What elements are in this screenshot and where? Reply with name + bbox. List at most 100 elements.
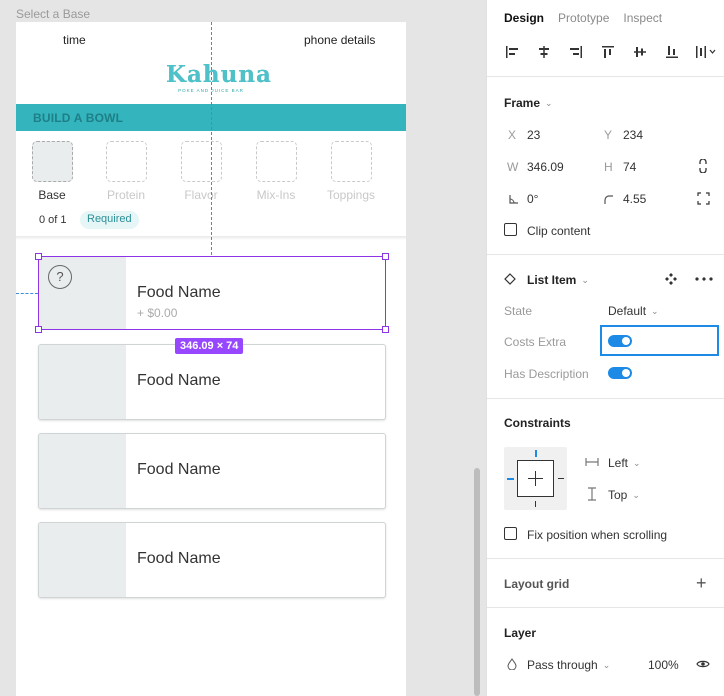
properties-panel: Design Prototype Inspect Frame ⌄ X 23 Y	[486, 0, 724, 696]
horizontal-constraint-dropdown[interactable]: Left ⌄	[608, 456, 641, 470]
go-to-main-component-icon[interactable]	[664, 272, 678, 286]
list-item[interactable]: Food Name	[38, 433, 386, 509]
opacity-field[interactable]: 100%	[648, 658, 679, 672]
tab-prototype[interactable]: Prototype	[558, 11, 609, 25]
x-field[interactable]: 23	[527, 128, 540, 142]
rotation-field[interactable]: 0°	[527, 192, 538, 206]
question-icon[interactable]: ?	[48, 265, 72, 289]
h-label: H	[604, 160, 613, 174]
step-mix-ins[interactable]: Mix-Ins	[246, 141, 306, 202]
frame-title: Frame	[504, 96, 541, 110]
align-horizontal-center-icon[interactable]	[535, 43, 553, 61]
clip-content-label: Clip content	[527, 224, 591, 238]
vertical-constraint-dropdown[interactable]: Top ⌄	[608, 488, 640, 502]
frame-label[interactable]: Select a Base	[16, 7, 90, 21]
clip-content-checkbox[interactable]	[504, 223, 517, 236]
size-badge: 346.09 × 74	[175, 338, 244, 354]
width-field[interactable]: 346.09	[527, 160, 564, 174]
step-label: Protein	[106, 188, 146, 202]
eye-icon[interactable]	[696, 657, 710, 671]
has-description-toggle[interactable]	[608, 367, 632, 379]
constraints-title: Constraints	[504, 416, 571, 430]
align-bottom-icon[interactable]	[663, 43, 681, 61]
constraint-right-marker[interactable]	[558, 478, 564, 479]
constraint-left-marker[interactable]	[507, 478, 514, 480]
component-name: List Item	[527, 273, 577, 287]
step-flavor-box	[180, 141, 222, 182]
horizontal-constraint-value: Left	[608, 456, 629, 470]
instance-icon	[503, 272, 517, 286]
vertical-constraint-icon	[585, 487, 599, 501]
status-phone-details: phone details	[304, 33, 376, 47]
costs-extra-toggle[interactable]	[608, 335, 632, 347]
step-protein[interactable]: Protein	[96, 141, 156, 202]
fix-position-label: Fix position when scrolling	[527, 528, 668, 542]
list-item[interactable]: Food Name	[38, 522, 386, 598]
required-badge: Required	[80, 211, 139, 229]
measure-guide-vertical	[211, 22, 212, 255]
food-thumbnail	[39, 523, 126, 597]
selection-count: 0 of 1	[39, 214, 67, 226]
align-right-icon[interactable]	[567, 43, 585, 61]
list-item[interactable]: Food Name	[38, 344, 386, 420]
blend-mode-value: Pass through	[527, 658, 598, 672]
divider	[487, 254, 724, 255]
corner-radius-field[interactable]: 4.55	[623, 192, 646, 206]
step-toppings[interactable]: Toppings	[321, 141, 381, 202]
fix-position-checkbox[interactable]	[504, 527, 517, 540]
align-left-icon[interactable]	[503, 43, 521, 61]
constraint-bottom-marker[interactable]	[535, 501, 536, 507]
alignment-toolbar	[503, 42, 717, 62]
step-flavor[interactable]: Flavor	[171, 141, 231, 202]
step-label: Toppings	[326, 188, 376, 202]
layer-title: Layer	[504, 626, 537, 640]
distribute-icon[interactable]	[695, 43, 717, 61]
align-vertical-center-icon[interactable]	[631, 43, 649, 61]
step-base[interactable]: Base	[22, 141, 82, 202]
food-price: + $0.00	[137, 306, 178, 320]
frame-section-title[interactable]: Frame ⌄	[504, 96, 553, 110]
constraint-top-marker[interactable]	[535, 450, 537, 457]
state-dropdown[interactable]: Default ⌄	[608, 304, 659, 318]
state-value: Default	[608, 304, 647, 318]
food-thumbnail	[39, 434, 126, 508]
step-toppings-box	[330, 141, 372, 182]
y-field[interactable]: 234	[623, 128, 643, 142]
list-item-selected[interactable]: ? Food Name + $0.00	[38, 255, 386, 331]
step-label: Mix-Ins	[256, 188, 296, 202]
x-label: X	[508, 128, 517, 142]
layout-grid-title: Layout grid	[504, 577, 570, 591]
add-layout-grid-icon[interactable]: +	[696, 574, 707, 592]
canvas-scrollbar[interactable]	[474, 468, 480, 696]
chevron-down-icon: ⌄	[581, 275, 589, 285]
tab-design[interactable]: Design	[504, 11, 544, 25]
rotation-icon	[507, 192, 521, 206]
constraint-center	[517, 460, 554, 497]
align-top-icon[interactable]	[599, 43, 617, 61]
chevron-down-icon: ⌄	[651, 306, 659, 316]
chevron-down-icon: ⌄	[632, 490, 640, 500]
constrain-proportions-icon[interactable]	[696, 159, 710, 173]
tab-inspect[interactable]: Inspect	[623, 11, 662, 25]
step-protein-box	[105, 141, 147, 182]
independent-corners-icon[interactable]	[696, 191, 710, 205]
chevron-down-icon: ⌄	[602, 660, 611, 670]
blend-mode-dropdown[interactable]: Pass through ⌄	[527, 658, 610, 672]
divider	[487, 607, 724, 608]
measure-guide-horizontal	[16, 293, 38, 294]
build-bowl-label: BUILD A BOWL	[33, 111, 124, 125]
height-field[interactable]: 74	[623, 160, 636, 174]
divider	[487, 558, 724, 559]
step-label: Flavor	[184, 188, 218, 202]
design-canvas[interactable]: Select a Base time phone details Kahuna …	[0, 0, 486, 696]
step-mix-ins-box	[255, 141, 297, 182]
food-name: Food Name	[137, 461, 221, 478]
constraints-widget[interactable]	[504, 447, 567, 510]
more-options-icon[interactable]	[695, 272, 713, 286]
step-label: Base	[38, 188, 66, 202]
component-section-title[interactable]: List Item ⌄	[527, 273, 589, 287]
divider	[487, 76, 724, 77]
divider	[487, 398, 724, 399]
status-time: time	[63, 33, 86, 47]
state-label: State	[504, 304, 533, 318]
